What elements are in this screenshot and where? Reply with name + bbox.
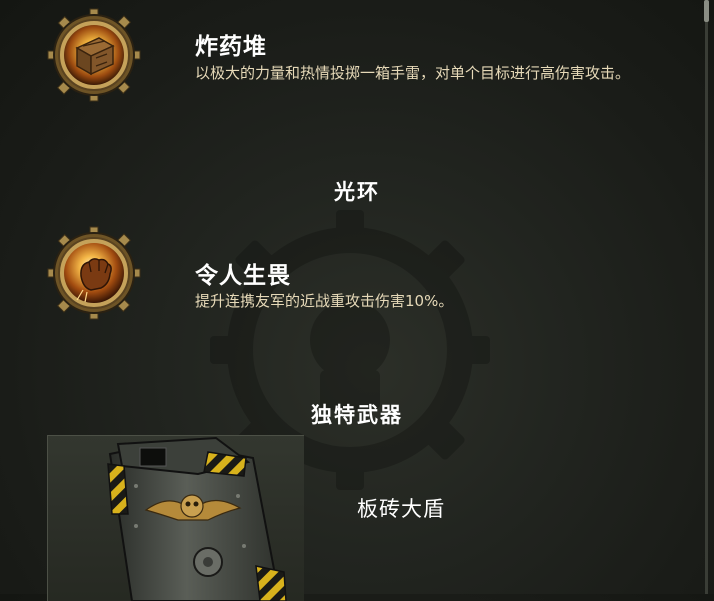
section-heading-aura: 光环 [334, 180, 380, 204]
ability-title: 炸药堆 [195, 34, 267, 60]
ability-description: 以极大的力量和热情投掷一箱手雷，对单个目标进行高伤害攻击。 [195, 64, 631, 82]
raised-fist-icon[interactable] [47, 226, 141, 320]
scrollbar-thumb[interactable] [704, 0, 709, 22]
aura-title: 令人生畏 [195, 263, 291, 289]
abilities-panel: 炸药堆 以极大的力量和热情投掷一箱手雷，对单个目标进行高伤害攻击。 光环 令人生… [0, 0, 714, 601]
section-heading-unique-weapon: 独特武器 [311, 403, 403, 427]
aura-description: 提升连携友军的近战重攻击伤害10%。 [195, 292, 454, 310]
explosive-crate-icon[interactable] [47, 8, 141, 102]
tower-shield-image [107, 436, 287, 601]
weapon-card[interactable] [47, 435, 304, 601]
scrollbar-track[interactable] [705, 0, 708, 594]
weapon-name: 板砖大盾 [357, 497, 445, 521]
